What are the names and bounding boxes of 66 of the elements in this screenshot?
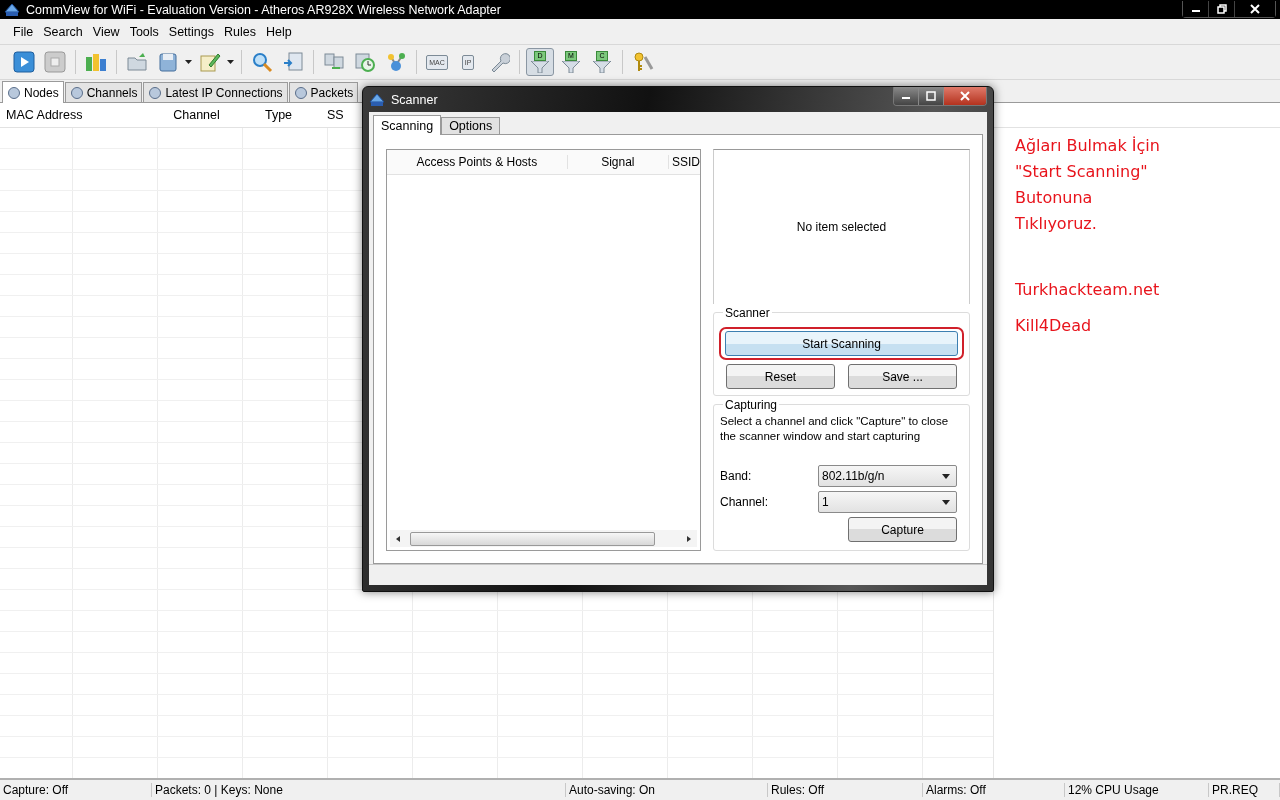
empty-message: No item selected — [796, 220, 887, 235]
annotation-text: Turkhackteam.net — [1015, 279, 1160, 301]
dropdown-arrow-icon — [942, 499, 950, 505]
menu-item[interactable]: Search — [38, 24, 88, 39]
window-title: CommView for WiFi - Evaluation Version - Atheros AR928X Wireless Network Adapter — [26, 2, 501, 17]
status-text: Rules: Off — [768, 783, 923, 797]
field-label: Channel: — [720, 495, 769, 510]
maximize-button[interactable] — [919, 87, 944, 106]
tab[interactable]: Nodes — [2, 81, 64, 103]
minimize-button[interactable] — [1183, 1, 1209, 17]
column-header[interactable]: Access Points & Hosts — [387, 155, 568, 170]
restore-icon — [1216, 4, 1227, 14]
column-header[interactable]: Signal — [567, 155, 669, 170]
tab-icon — [293, 85, 308, 100]
tab-icon — [148, 85, 163, 100]
dropdown-field[interactable]: 1 — [818, 491, 957, 514]
filter-icon — [561, 61, 581, 73]
minimize-button[interactable] — [894, 87, 919, 106]
status-text: Capture: Off — [0, 783, 152, 797]
filter-icon — [530, 61, 550, 73]
close-icon — [960, 91, 970, 102]
dropdown-field[interactable]: 802.11b/g/n — [818, 465, 957, 488]
annotation-text: Tıklıyoruz. — [1015, 213, 1098, 235]
start-scanning-button[interactable]: Start Scanning — [725, 331, 958, 357]
tab-icon — [7, 85, 21, 100]
column-header[interactable]: Type — [236, 108, 321, 122]
annotation-text: Ağları Bulmak İçin — [1015, 135, 1160, 157]
menu-item[interactable]: File — [8, 24, 39, 39]
menu-item[interactable]: Rules — [219, 24, 261, 39]
tab[interactable]: Packets — [288, 82, 359, 102]
tab[interactable]: Latest IP Connections — [143, 82, 288, 102]
annotation-text: Butonuna — [1015, 187, 1094, 209]
annotation-text: Kill4Dead — [1015, 315, 1093, 337]
dialog-button[interactable]: Save ... — [848, 364, 957, 390]
annotation-text: "Start Scanning" — [1015, 161, 1149, 183]
access-point-list[interactable]: Access Points & Hosts Signal SSID — [386, 149, 701, 552]
app-icon — [4, 2, 20, 17]
dialog-button[interactable]: Reset — [726, 364, 835, 390]
filter-icon — [592, 61, 612, 73]
menu-item[interactable]: View — [87, 24, 125, 39]
menu-item[interactable]: Settings — [163, 24, 219, 39]
menu-item[interactable]: Tools — [124, 24, 164, 39]
status-text: Auto-saving: On — [566, 783, 768, 797]
tab[interactable]: Options — [441, 117, 501, 135]
close-icon — [1250, 4, 1260, 14]
menu-item[interactable]: Help — [260, 24, 297, 39]
field-label: Band: — [720, 469, 752, 484]
dropdown-arrow-icon — [942, 473, 950, 479]
status-text: Alarms: Off — [923, 783, 1065, 797]
column-header[interactable]: MAC Address — [0, 108, 157, 122]
app-icon — [369, 92, 385, 107]
status-text: 12% CPU Usage — [1065, 783, 1209, 797]
tab-icon — [69, 85, 84, 100]
maximize-icon — [926, 91, 936, 102]
column-header[interactable]: SSID — [669, 155, 700, 170]
tab[interactable]: Channels — [64, 82, 143, 102]
capture-button[interactable]: Capture — [848, 517, 957, 543]
instruction-text: Select a channel and click "Capture" to close the scanner window and start capturing — [720, 414, 950, 445]
horizontal-scrollbar[interactable] — [390, 530, 697, 548]
tab[interactable]: Scanning — [373, 115, 442, 136]
dialog-title: Scanner — [391, 92, 438, 107]
column-header[interactable]: Channel — [157, 108, 236, 122]
status-text: Packets: 0 | Keys: None — [152, 783, 566, 797]
status-text: PR.REQ — [1209, 783, 1280, 797]
play-button[interactable] — [10, 48, 38, 76]
group-title: Capturing — [723, 398, 780, 413]
